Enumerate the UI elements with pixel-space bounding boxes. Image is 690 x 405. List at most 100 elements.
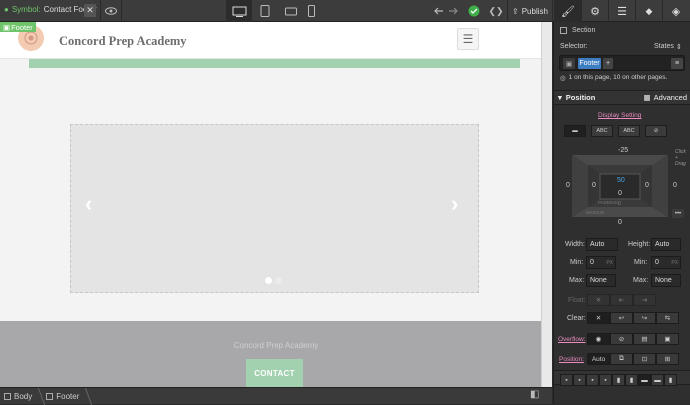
menu-hamburger-icon[interactable]: ☰ xyxy=(457,28,479,50)
float-left-icon[interactable]: ⇤ xyxy=(610,294,633,306)
height-input[interactable]: Auto xyxy=(651,238,681,251)
style-panel: Section Selector: States ⇕ ▣ Footer + ≡ … xyxy=(553,22,690,404)
selected-element-badge: ▣ Footer xyxy=(0,22,36,32)
clear-both-icon[interactable]: ⇆ xyxy=(656,312,679,324)
box-model-diagram[interactable] xyxy=(572,155,668,217)
max-height-input[interactable]: None xyxy=(651,274,681,287)
selector-pill[interactable]: Footer xyxy=(578,58,601,69)
more-options-icon[interactable]: ••• xyxy=(672,209,684,218)
margin-bottom-value[interactable]: 0 xyxy=(618,219,622,226)
green-accent-bar[interactable] xyxy=(29,59,520,68)
breadcrumb-body[interactable]: Body xyxy=(0,392,42,401)
canvas-scrollbar[interactable] xyxy=(541,22,552,387)
tablet-view-icon[interactable] xyxy=(252,0,278,22)
float-right-icon[interactable]: ⇥ xyxy=(633,294,656,306)
align-icon[interactable]: ▪ xyxy=(586,374,599,386)
width-input[interactable]: Auto xyxy=(586,238,618,251)
position-heading: Position xyxy=(565,93,596,102)
margin-right-value[interactable]: 0 xyxy=(673,182,677,189)
align-icon[interactable]: ▪ xyxy=(599,374,612,386)
display-inline-button[interactable]: ABC xyxy=(618,125,640,137)
position-auto-button[interactable]: Auto xyxy=(587,353,610,365)
padding-left-value[interactable]: 0 xyxy=(592,182,596,189)
code-icon[interactable]: ❮❯ xyxy=(483,0,509,22)
advanced-label: Advanced xyxy=(653,93,687,102)
footer-text[interactable]: Concord Prep Academy xyxy=(0,341,552,350)
selector-label: Selector: xyxy=(560,43,588,50)
slider-dot-active[interactable] xyxy=(265,277,272,284)
float-none-button[interactable]: ✕ xyxy=(587,294,610,306)
site-header[interactable]: Concord Prep Academy ☰ xyxy=(0,22,552,59)
redo-icon[interactable] xyxy=(446,0,460,22)
element-type-label: Section xyxy=(572,27,596,34)
clear-right-icon[interactable]: ↪ xyxy=(633,312,656,324)
align-icon[interactable]: ▮ xyxy=(664,374,677,386)
breadcrumb: Body Footer xyxy=(0,387,552,404)
preview-eye-icon[interactable] xyxy=(100,0,122,22)
align-icon[interactable]: ▪ xyxy=(573,374,586,386)
display-inline-block-button[interactable]: ABC xyxy=(591,125,613,137)
add-class-button[interactable]: + xyxy=(603,58,613,69)
width-label: Width: xyxy=(565,241,585,248)
element-type: Section xyxy=(560,27,595,34)
align-icon[interactable]: ▮ xyxy=(612,374,625,386)
section-icon xyxy=(560,27,567,34)
display-block-button[interactable]: ▬ xyxy=(564,125,586,137)
undo-icon[interactable] xyxy=(432,0,446,22)
selector-field[interactable]: ▣ Footer + ≡ xyxy=(559,55,685,71)
clear-left-icon[interactable]: ↩ xyxy=(610,312,633,324)
float-label: Float: xyxy=(568,297,586,304)
selector-menu-icon[interactable]: ≡ xyxy=(671,58,683,69)
overflow-visible-eye-icon[interactable]: ◉ xyxy=(587,333,610,345)
brand-title[interactable]: Concord Prep Academy xyxy=(59,34,187,49)
position-section-header[interactable]: ▾ Position ▦ Advanced xyxy=(554,90,690,105)
phone-view-icon[interactable] xyxy=(298,0,324,22)
interactions-icon[interactable]: ◆ xyxy=(635,0,662,22)
overflow-scroll-icon[interactable]: ▤ xyxy=(633,333,656,345)
navigator-icon[interactable]: ☰ xyxy=(608,0,635,22)
align-icon[interactable]: ▪ xyxy=(560,374,573,386)
align-icon[interactable]: ▮ xyxy=(625,374,638,386)
symbol-prefix: Symbol: xyxy=(11,5,41,14)
design-canvas[interactable]: Concord Prep Academy ☰ ▣ Footer ‹ › Conc… xyxy=(0,22,552,387)
max-width-input[interactable]: None xyxy=(586,274,616,287)
slider-prev-arrow-icon[interactable]: ‹ xyxy=(85,191,92,217)
clear-none-button[interactable]: ✕ xyxy=(587,312,610,324)
states-dropdown[interactable]: States ⇕ xyxy=(654,43,682,51)
align-icon[interactable]: ▬ xyxy=(638,374,651,386)
symbol-class-icon: ▣ xyxy=(563,58,575,69)
display-none-icon[interactable]: ⊘ xyxy=(645,125,667,137)
collapse-panel-icon[interactable]: ◧ xyxy=(530,389,539,400)
float-buttons: ✕ ⇤ ⇥ xyxy=(587,294,656,306)
margin-top-value[interactable]: -25 xyxy=(618,147,628,154)
position-fixed-icon[interactable]: ⊞ xyxy=(656,353,679,365)
position-absolute-icon[interactable]: ⊡ xyxy=(633,353,656,365)
contact-button[interactable]: CONTACT xyxy=(246,359,303,387)
slider-next-arrow-icon[interactable]: › xyxy=(451,191,458,217)
display-setting-label: Display Setting xyxy=(598,112,642,119)
min-width-input[interactable]: 0 PX xyxy=(586,256,616,269)
margin-left-value[interactable]: 0 xyxy=(566,182,570,189)
padding-right-value[interactable]: 0 xyxy=(645,182,649,189)
desktop-view-icon[interactable] xyxy=(226,0,252,22)
overflow-label: Overflow: xyxy=(558,336,586,343)
min-height-input[interactable]: 0 PX xyxy=(651,256,681,269)
padding-top-value[interactable]: 50 xyxy=(617,177,625,184)
publish-button[interactable]: ⇪ Publish xyxy=(507,0,553,22)
symbol-icon: ● xyxy=(4,5,9,14)
style-brush-icon[interactable]: 🖌 xyxy=(554,0,581,22)
overflow-hidden-icon[interactable]: ⊘ xyxy=(610,333,633,345)
advanced-toggle[interactable]: ▦ Advanced xyxy=(644,93,687,102)
overflow-auto-icon[interactable]: ▣ xyxy=(656,333,679,345)
breadcrumb-footer[interactable]: Footer xyxy=(42,392,89,401)
close-symbol-button[interactable]: ✕ xyxy=(84,4,96,17)
align-icon[interactable]: ▬ xyxy=(651,374,664,386)
position-relative-icon[interactable]: ⧉ xyxy=(610,353,633,365)
site-footer[interactable]: Concord Prep Academy CONTACT xyxy=(0,321,552,387)
assets-box-icon[interactable]: ◈ xyxy=(662,0,689,22)
padding-bottom-value[interactable]: 0 xyxy=(618,201,621,207)
image-slider[interactable]: ‹ › xyxy=(70,124,479,293)
settings-gear-icon[interactable]: ⚙ xyxy=(581,0,608,22)
slider-dot[interactable] xyxy=(275,277,282,284)
states-chevron-icon: ⇕ xyxy=(675,44,682,51)
